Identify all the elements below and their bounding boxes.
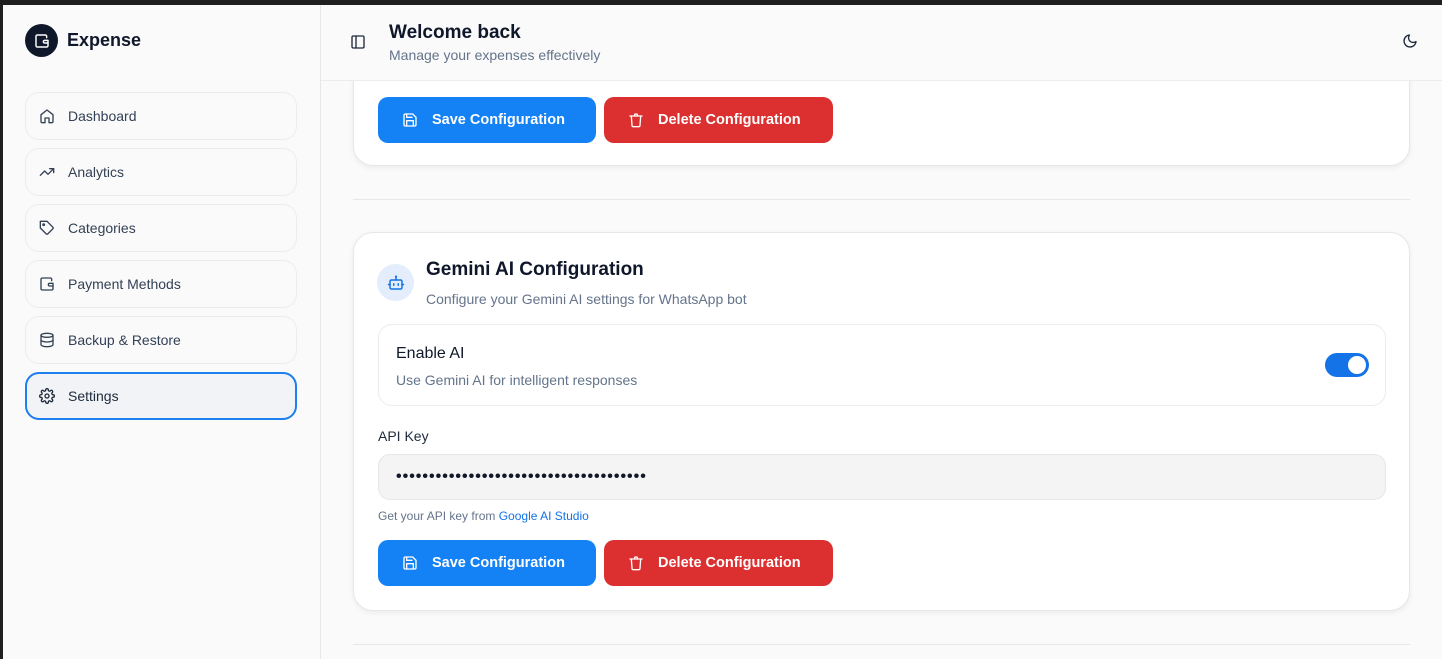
sidebar-item-label: Categories	[68, 220, 136, 236]
section-divider	[353, 644, 1410, 645]
tag-icon	[39, 220, 54, 235]
button-row: Save Configuration Delete Configuration	[378, 540, 833, 586]
card-title: Gemini AI Configuration	[426, 259, 644, 280]
save-configuration-label: Save Configuration	[432, 555, 565, 571]
sidebar-item-categories[interactable]: Categories	[25, 204, 297, 252]
wallet-icon	[40, 277, 54, 291]
sidebar-item-backup-restore[interactable]: Backup & Restore	[25, 316, 297, 364]
page-subtitle: Manage your expenses effectively	[389, 47, 601, 63]
sidebar-item-dashboard[interactable]: Dashboard	[25, 92, 297, 140]
button-row: Save Configuration Delete Configuration	[378, 97, 833, 143]
home-icon	[40, 109, 54, 124]
card-subtitle: Configure your Gemini AI settings for Wh…	[426, 291, 747, 307]
gear-icon	[39, 388, 55, 404]
theme-toggle-button[interactable]	[1402, 33, 1418, 54]
save-icon	[403, 556, 417, 570]
enable-ai-toggle[interactable]	[1325, 353, 1369, 377]
toggle-knob	[1348, 356, 1366, 374]
top-bar: Welcome back Manage your expenses effect…	[321, 5, 1442, 81]
sidebar-item-label: Dashboard	[68, 108, 137, 124]
enable-ai-description: Use Gemini AI for intelligent responses	[396, 372, 638, 388]
api-key-label: API Key	[378, 428, 429, 444]
sidebar-item-label: Analytics	[68, 164, 125, 180]
bot-icon	[377, 264, 414, 301]
enable-ai-title: Enable AI	[396, 345, 465, 362]
save-icon	[403, 113, 417, 127]
panel-left-icon	[351, 35, 365, 49]
brand: Expense	[25, 24, 141, 57]
sidebar-item-analytics[interactable]: Analytics	[25, 148, 297, 196]
api-key-hint-text: Get your API key from	[378, 509, 499, 523]
sidebar-nav: Dashboard Analytics Categories Payment M…	[25, 92, 297, 428]
delete-configuration-button[interactable]: Delete Configuration	[604, 540, 833, 586]
sidebar-item-payment-methods[interactable]: Payment Methods	[25, 260, 297, 308]
enable-ai-row: Enable AI Use Gemini AI for intelligent …	[378, 324, 1386, 406]
gemini-config-card: Gemini AI Configuration Configure your G…	[353, 232, 1410, 611]
google-ai-studio-link[interactable]: Google AI Studio	[499, 509, 589, 523]
trash-icon	[629, 113, 643, 128]
delete-configuration-label: Delete Configuration	[658, 112, 801, 128]
sidebar-item-label: Payment Methods	[68, 276, 181, 292]
moon-icon	[1403, 34, 1417, 48]
main-content: Welcome back Manage your expenses effect…	[321, 5, 1442, 659]
save-configuration-button[interactable]: Save Configuration	[378, 97, 596, 143]
page-title: Welcome back	[389, 22, 521, 43]
sidebar-toggle-button[interactable]	[350, 34, 366, 55]
wallet-icon	[25, 24, 58, 57]
page-heading: Welcome back Manage your expenses effect…	[389, 22, 600, 63]
database-icon	[40, 332, 54, 348]
save-configuration-label: Save Configuration	[432, 112, 565, 128]
api-key-hint: Get your API key from Google AI Studio	[378, 509, 589, 523]
trending-up-icon	[39, 168, 55, 176]
section-divider	[353, 199, 1410, 200]
sidebar-item-settings[interactable]: Settings	[25, 372, 297, 420]
trash-icon	[629, 556, 643, 571]
api-key-input[interactable]: ••••••••••••••••••••••••••••••••••••••	[378, 454, 1386, 500]
save-configuration-button[interactable]: Save Configuration	[378, 540, 596, 586]
sidebar: Expense Dashboard Analytics Categories P…	[3, 5, 321, 659]
delete-configuration-label: Delete Configuration	[658, 555, 801, 571]
delete-configuration-button[interactable]: Delete Configuration	[604, 97, 833, 143]
sidebar-item-label: Backup & Restore	[68, 332, 181, 348]
brand-name: Expense	[67, 30, 142, 50]
app-window: Expense Dashboard Analytics Categories P…	[3, 5, 1442, 659]
sidebar-item-label: Settings	[68, 388, 119, 404]
